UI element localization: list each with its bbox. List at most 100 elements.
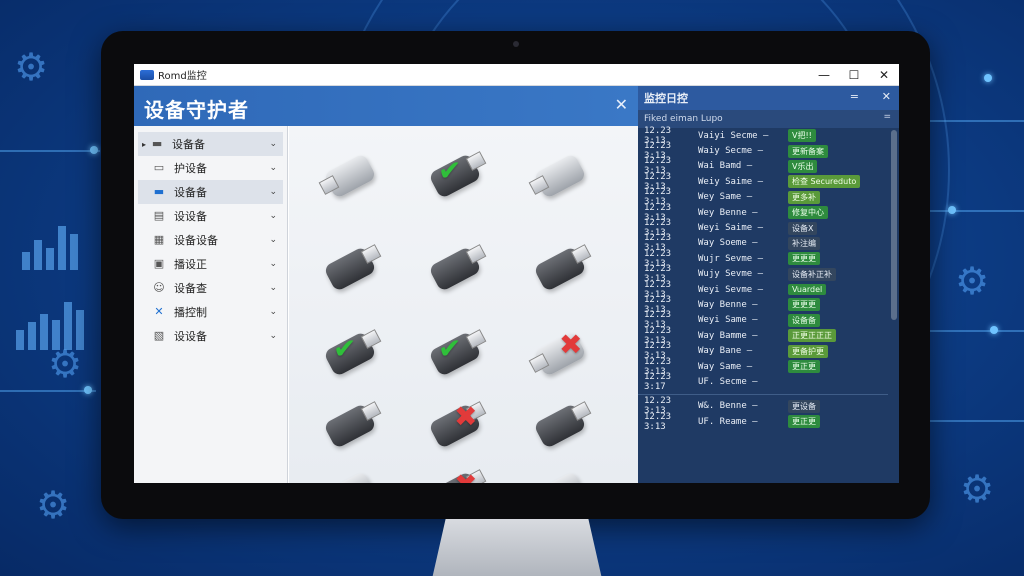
app-window: Romd监控 — ☐ ✕ 设备守护者 ✕ ▸ ▬ 设备备 ⌄ ▭ 护设备 ⌄ ▬ 设备备 ⌄ ▤ 设设…	[134, 64, 899, 483]
usb-device-tile[interactable]: ✔	[319, 326, 382, 378]
status-badge: 更设备	[788, 399, 820, 413]
log-source: Wai Bamd –	[698, 161, 753, 172]
sidebar: ▸ ▬ 设备备 ⌄ ▭ 护设备 ⌄ ▬ 设备备 ⌄ ▤ 设设备 ⌄ ▦ 设备设备 ⌄ ▣ 播设正 ⌄ ☺ 设备查 ⌄ ✕ 播控…	[134, 126, 288, 483]
chevron-down-icon[interactable]: ⌄	[269, 307, 277, 317]
status-badge: 设备补正补	[788, 267, 836, 281]
bar-chart-decoration	[16, 290, 84, 350]
gear-icon: ⚙	[955, 259, 990, 303]
sidebar-item-label: 播控制	[174, 306, 207, 319]
log-source: Way Bane –	[698, 346, 753, 357]
usb-device-tile[interactable]: ✖	[528, 326, 591, 378]
usb-device-tile[interactable]: ✔	[424, 326, 487, 378]
status-badge: 正更正正正	[788, 329, 836, 343]
log-source: Vaiyi Secme –	[698, 130, 769, 141]
status-badge: 更新备案	[788, 144, 828, 158]
app-icon	[140, 69, 154, 80]
gear-icon: ⚙	[36, 483, 71, 527]
close-button[interactable]: ✕	[869, 64, 899, 86]
usb-device-tile[interactable]	[319, 241, 382, 293]
apple-logo-icon	[507, 489, 523, 507]
chevron-down-icon[interactable]: ⌄	[269, 139, 277, 149]
log-source: W&. Benne –	[698, 401, 758, 412]
maximize-button[interactable]: ☐	[839, 64, 869, 86]
log-row[interactable]: 12.23 3:17 UF. Secme –	[638, 371, 888, 392]
usb-icon: ▬	[153, 185, 165, 198]
bar-chart-decoration	[22, 210, 78, 270]
close-icon[interactable]: ✕	[615, 95, 628, 114]
log-source: Weyi Sevme –	[698, 284, 764, 295]
device-icon: ▬	[151, 137, 163, 150]
app-title: 设备守护者	[144, 98, 249, 122]
chevron-down-icon[interactable]: ⌄	[269, 235, 277, 245]
chevron-down-icon[interactable]: ⌄	[269, 187, 277, 197]
check-icon: ✔	[438, 332, 462, 365]
usb-device-tile[interactable]: ✖	[424, 466, 487, 483]
usb-device-tile[interactable]	[319, 466, 381, 483]
chevron-down-icon[interactable]: ⌄	[269, 283, 277, 293]
usb-device-tile[interactable]	[529, 466, 591, 483]
log-source: Weyi Saime –	[698, 223, 764, 234]
status-badge: V乐出	[788, 159, 818, 173]
chevron-down-icon[interactable]: ⌄	[269, 259, 277, 269]
sidebar-item-label: 设设备	[174, 330, 207, 343]
sidebar-item[interactable]: ☺ 设备查 ⌄	[138, 276, 283, 300]
status-badge: 更更更	[788, 252, 820, 266]
app-header: 设备守护者 ✕	[134, 86, 638, 126]
sidebar-item-label: 护设备	[174, 162, 207, 175]
usb-device-tile[interactable]	[424, 241, 487, 293]
status-badge: 设备X	[788, 221, 818, 235]
protect-icon: ▭	[153, 161, 165, 174]
sidebar-item-label: 播设正	[174, 258, 207, 271]
blocked-icon: ✖	[454, 400, 478, 433]
usb-device-tile[interactable]	[529, 398, 592, 450]
sidebar-item[interactable]: ▣ 播设正 ⌄	[138, 252, 283, 276]
sidebar-item-label: 设备设备	[174, 234, 218, 247]
sidebar-item[interactable]: ▤ 设设备 ⌄	[138, 204, 283, 228]
scrollbar[interactable]	[891, 130, 897, 320]
user-icon: ☺	[153, 281, 165, 294]
usb-device-tile[interactable]	[528, 148, 591, 200]
minimize-icon[interactable]: =	[850, 90, 859, 103]
sidebar-item[interactable]: ▬ 设备备 ⌄	[138, 180, 283, 204]
status-badge: 更正更	[788, 415, 820, 429]
usb-device-tile[interactable]: ✔	[424, 148, 487, 200]
log-row[interactable]: 12.23 3:13 UF. Reame – 更正更	[638, 412, 888, 432]
sidebar-item-label: 设备备	[172, 138, 206, 151]
chevron-down-icon[interactable]: ⌄	[269, 211, 277, 221]
monitor-stand	[432, 519, 602, 576]
blocked-icon: ✖	[559, 328, 583, 361]
log-time: 12.23 3:17	[644, 371, 672, 392]
expand-arrow-icon[interactable]: ▸	[142, 140, 146, 149]
minimize-button[interactable]: —	[809, 64, 839, 86]
status-badge: 修复中心	[788, 206, 828, 220]
log-panel-title: 监控日控	[644, 92, 688, 105]
window-titlebar: Romd监控 — ☐ ✕	[134, 64, 899, 86]
status-badge: Vuardel	[788, 284, 827, 296]
usb-device-tile[interactable]	[318, 148, 381, 200]
sidebar-item[interactable]: ✕ 播控制 ⌄	[138, 300, 283, 324]
usb-device-tile[interactable]	[529, 241, 592, 293]
chevron-down-icon[interactable]: ⌄	[269, 331, 277, 341]
window-controls: — ☐ ✕	[809, 64, 899, 86]
device-grid: ✔ ✔ ✔ ✖ ✖ ✖	[289, 126, 638, 483]
status-badge: 检查 Secureduto	[788, 175, 861, 189]
status-badge: 更正更	[788, 360, 820, 374]
log-source: Wujy Sevme –	[698, 269, 764, 280]
log-divider	[638, 393, 888, 395]
sidebar-item[interactable]: ▸ ▬ 设备备 ⌄	[138, 132, 283, 156]
sidebar-item[interactable]: ▧ 设设备 ⌄	[138, 324, 283, 348]
chevron-down-icon[interactable]: ⌄	[269, 163, 277, 173]
gear-icon: ⚙	[960, 467, 995, 511]
sidebar-item[interactable]: ▦ 设备设备 ⌄	[138, 228, 283, 252]
close-icon[interactable]: ✕	[882, 90, 891, 103]
log-subtitle-text: Fiked eiman Lupo	[644, 114, 723, 124]
log-list: 12.23 3:13 Vaiyi Secme – V把!! 12.23 3:13 Wai…	[638, 126, 888, 483]
status-badge: 更多补	[788, 190, 820, 204]
usb-device-tile[interactable]	[319, 398, 382, 450]
sidebar-item[interactable]: ▭ 护设备 ⌄	[138, 156, 283, 180]
usb-device-tile[interactable]: ✖	[424, 398, 487, 450]
monitor-log-panel: 监控日控 = ✕ Fiked eiman Lupo = 12.23 3:13 Va…	[638, 86, 899, 483]
menu-icon[interactable]: =	[883, 112, 891, 122]
log-source: Way Benne –	[698, 299, 758, 310]
log-source: UF. Reame –	[698, 416, 758, 427]
